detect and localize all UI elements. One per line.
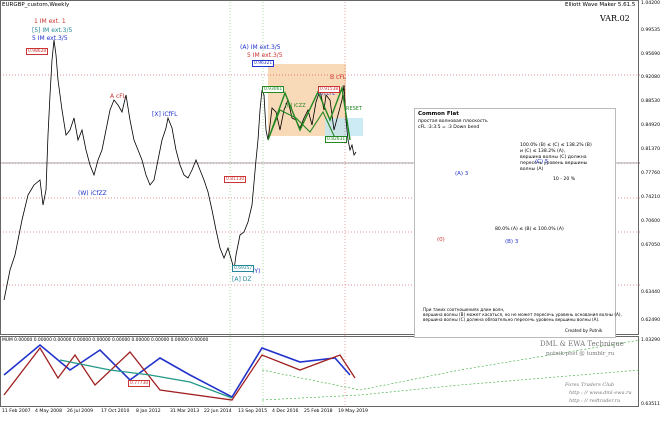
y-axis-label: 0.95690 bbox=[641, 52, 660, 57]
symbol-timeframe: EURGBP_custom,Weekly bbox=[2, 2, 70, 8]
y-axis-label: 0.67050 bbox=[641, 243, 660, 248]
price-tag: 0.93061 bbox=[262, 86, 285, 93]
x-axis-label: 22 Jun 2014 bbox=[204, 409, 232, 414]
x-axis-label: 25 Feb 2018 bbox=[304, 409, 333, 414]
panel-rule-5: волны (A) bbox=[520, 167, 544, 172]
panel-wave-a: (A) 3 bbox=[455, 171, 469, 177]
panel-rule-3: вершина волны (C) должна bbox=[520, 155, 587, 160]
price-tag: 0.69357 bbox=[232, 265, 255, 272]
x-axis-label: 4 Dec 2016 bbox=[272, 409, 299, 414]
x-axis-label: 8 Jan 2012 bbox=[136, 409, 161, 414]
price-tag: 0.98628 bbox=[26, 48, 49, 55]
sub-wave-blue bbox=[3, 343, 351, 399]
panel-pct-band: 10 - 20 % bbox=[553, 177, 576, 182]
x-axis-label: 13 Sep 2015 bbox=[238, 409, 268, 414]
wave-label-1: 1 IM ext. 1 bbox=[34, 18, 66, 25]
x-axis-label: 31 Mar 2013 bbox=[170, 409, 200, 414]
panel-wave-0: (0) bbox=[437, 237, 445, 243]
info-panel: Common Flat простая волновая плоскость c… bbox=[414, 108, 622, 338]
y-axis-label: 1.04200 bbox=[641, 1, 660, 6]
y-axis-label: 0.74210 bbox=[641, 195, 660, 200]
indicator-name: Elliott Wave Maker 5.61.5 bbox=[565, 2, 636, 8]
panel-b-rule: 80.0% (A) ≤ (B) ≤ 100.0% (A) bbox=[495, 227, 564, 232]
panel-subtitle: простая волновая плоскость bbox=[418, 119, 488, 124]
sub-window-label: MUM 0.00000 0.00000 0.00000 0.00000 0.00… bbox=[2, 338, 209, 343]
panel-wave-c: (C) 5 bbox=[535, 159, 549, 165]
cyan-zone bbox=[325, 118, 363, 136]
y-axis-label: 0.70600 bbox=[641, 219, 660, 224]
price-tag: 0.91538 bbox=[318, 86, 341, 93]
panel-rule-1: 100.0% (B) ≤ (C) ≤ 138.2% (B) bbox=[520, 143, 592, 148]
panel-title: Common Flat bbox=[418, 111, 459, 117]
panel-rule-4: пересечь уровень вершины bbox=[520, 161, 588, 166]
y-axis-label: 0.84920 bbox=[641, 123, 660, 128]
wave-label-bcfl: B cFL bbox=[330, 74, 347, 81]
wave-label-x: [X] iCfFL bbox=[152, 111, 178, 118]
y-axis-label: 0.63440 bbox=[641, 290, 660, 295]
price-tag: 0.96321 bbox=[252, 60, 275, 67]
wave-label-w: (W) iCfZZ bbox=[78, 190, 107, 197]
y-axis-label: 0.92080 bbox=[641, 75, 660, 80]
x-axis-label: 11 Feb 2007 bbox=[2, 409, 31, 414]
wave-label-a: (A) IM ext.3/5 bbox=[240, 44, 281, 51]
y-axis-label: 0.63511 bbox=[641, 402, 660, 407]
x-axis-label: 17 Oct 2010 bbox=[101, 409, 130, 414]
watermark-1: DML & EWA Technique bbox=[540, 340, 624, 348]
price-tag: 0.77730 bbox=[128, 380, 151, 387]
price-tag: 0.82631 bbox=[325, 136, 348, 143]
sub-wave-teal bbox=[59, 359, 233, 399]
y-axis-label: 0.81370 bbox=[641, 147, 660, 152]
panel-note-3: вершина волны (C) должна обязательно пер… bbox=[423, 317, 600, 322]
wave-label-acfl: A cFL bbox=[110, 93, 127, 100]
watermark-4: http : // www.dml-ewa.ru bbox=[569, 390, 632, 396]
x-axis-label: 19 May 2019 bbox=[338, 409, 368, 414]
y-axis-label: 1.03290 bbox=[641, 338, 660, 343]
panel-credit: Created by Putnik bbox=[565, 328, 603, 333]
wave-label-2: [5] IM ext.3/5 bbox=[32, 27, 73, 34]
sub-wave-red bbox=[3, 346, 356, 401]
x-axis-label: 4 May 2008 bbox=[35, 409, 63, 414]
wave-label-adz: [A] DZ bbox=[232, 276, 252, 283]
y-axis-label: 0.62490 bbox=[641, 318, 660, 323]
panel-rule-2: и (C) ≤ 138.2% (A), bbox=[520, 149, 566, 154]
watermark-3: Forex Traders Club bbox=[565, 382, 615, 388]
price-tag: 0.81130 bbox=[224, 176, 247, 183]
y-axis-label: 0.88530 bbox=[641, 99, 660, 104]
y-axis-label: 0.77760 bbox=[641, 171, 660, 176]
variant-label: VAR.02 bbox=[600, 14, 630, 23]
wave-label-5: 5 IM ext.3/5 bbox=[247, 52, 283, 59]
wave-label-bicfzz: [B] iCZZ bbox=[285, 103, 306, 109]
watermark-5: http : // redtrader.ru bbox=[569, 398, 621, 404]
x-axis-label: 26 Jul 2009 bbox=[67, 409, 93, 414]
watermark-2: putnik-post @ tumblr_ru bbox=[546, 351, 615, 357]
panel-formula: cFL :3:3:5 = :3 Down bend bbox=[418, 125, 480, 130]
y-axis-label: 0.99535 bbox=[641, 28, 660, 33]
reset-label: RESET bbox=[346, 106, 363, 112]
panel-wave-b: (B) 3 bbox=[505, 239, 519, 245]
wave-label-3: 5 IM ext.3/5 bbox=[32, 35, 68, 42]
